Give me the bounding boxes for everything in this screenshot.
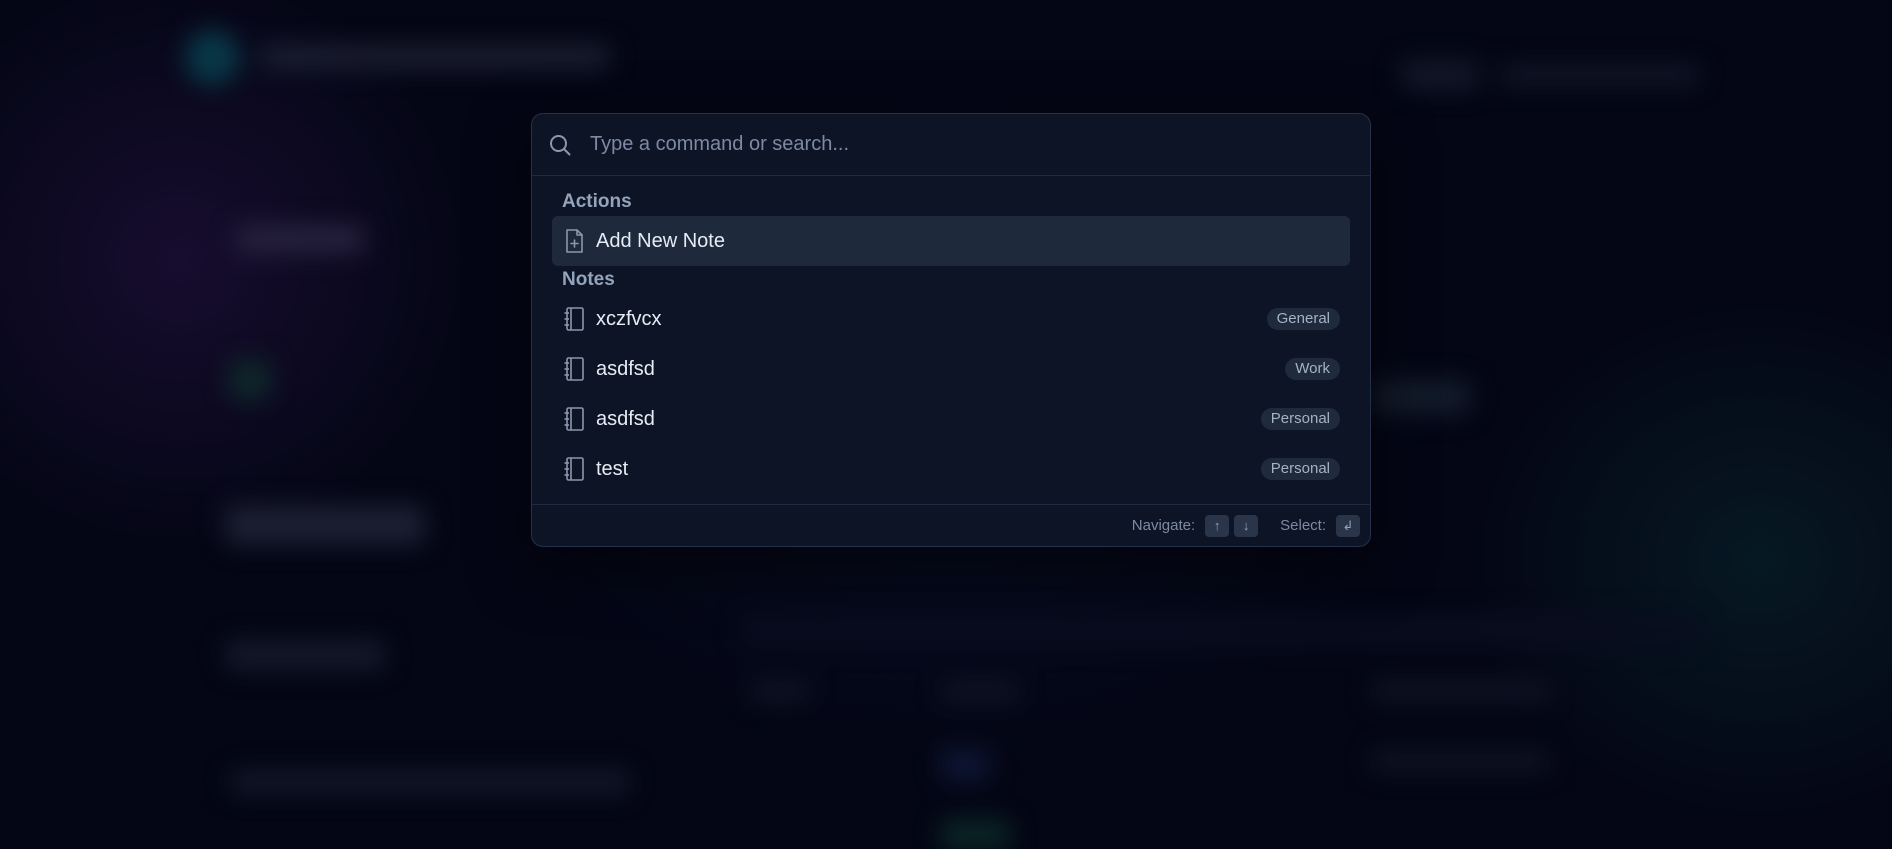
navigate-hint: Navigate: ↑ ↓	[1131, 514, 1259, 537]
command-search-input[interactable]	[590, 133, 1354, 156]
category-badge: Personal	[1260, 458, 1340, 480]
navigate-label: Navigate:	[1131, 517, 1196, 534]
group-label-actions: Actions	[562, 191, 632, 212]
category-badge: Work	[1285, 358, 1340, 380]
note-title: test	[596, 457, 629, 480]
notebook-icon	[564, 357, 584, 381]
note-item[interactable]: xczfvcx General	[552, 294, 1350, 344]
category-badge: Personal	[1260, 408, 1340, 430]
group-label-notes: Notes	[562, 269, 615, 290]
keyboard-hints-footer: Navigate: ↑ ↓ Select: ↲	[532, 504, 1370, 546]
arrow-down-key-icon: ↓	[1234, 514, 1259, 537]
enter-key-icon: ↲	[1336, 514, 1360, 537]
note-title: asdfsd	[596, 407, 655, 430]
command-item-label: Add New Note	[596, 229, 725, 252]
note-title: xczfvcx	[596, 307, 662, 330]
notebook-icon	[564, 307, 584, 331]
search-bar	[532, 114, 1370, 176]
command-list: Actions Add New Note Notes xczfvcx Gener…	[532, 176, 1370, 494]
command-item-add-new-note[interactable]: Add New Note	[552, 216, 1350, 266]
notebook-icon	[564, 407, 584, 431]
select-hint: Select: ↲	[1280, 514, 1360, 537]
search-icon	[550, 134, 571, 155]
note-item[interactable]: test Personal	[552, 444, 1350, 494]
note-item[interactable]: asdfsd Work	[552, 344, 1350, 394]
note-item[interactable]: asdfsd Personal	[552, 394, 1350, 444]
note-title: asdfsd	[596, 357, 655, 380]
category-badge: General	[1266, 308, 1340, 330]
notebook-icon	[564, 457, 584, 481]
select-label: Select:	[1280, 517, 1326, 534]
command-palette: Actions Add New Note Notes xczfvcx Gener…	[531, 113, 1371, 547]
file-plus-icon	[566, 229, 583, 253]
arrow-up-key-icon: ↑	[1205, 514, 1230, 537]
